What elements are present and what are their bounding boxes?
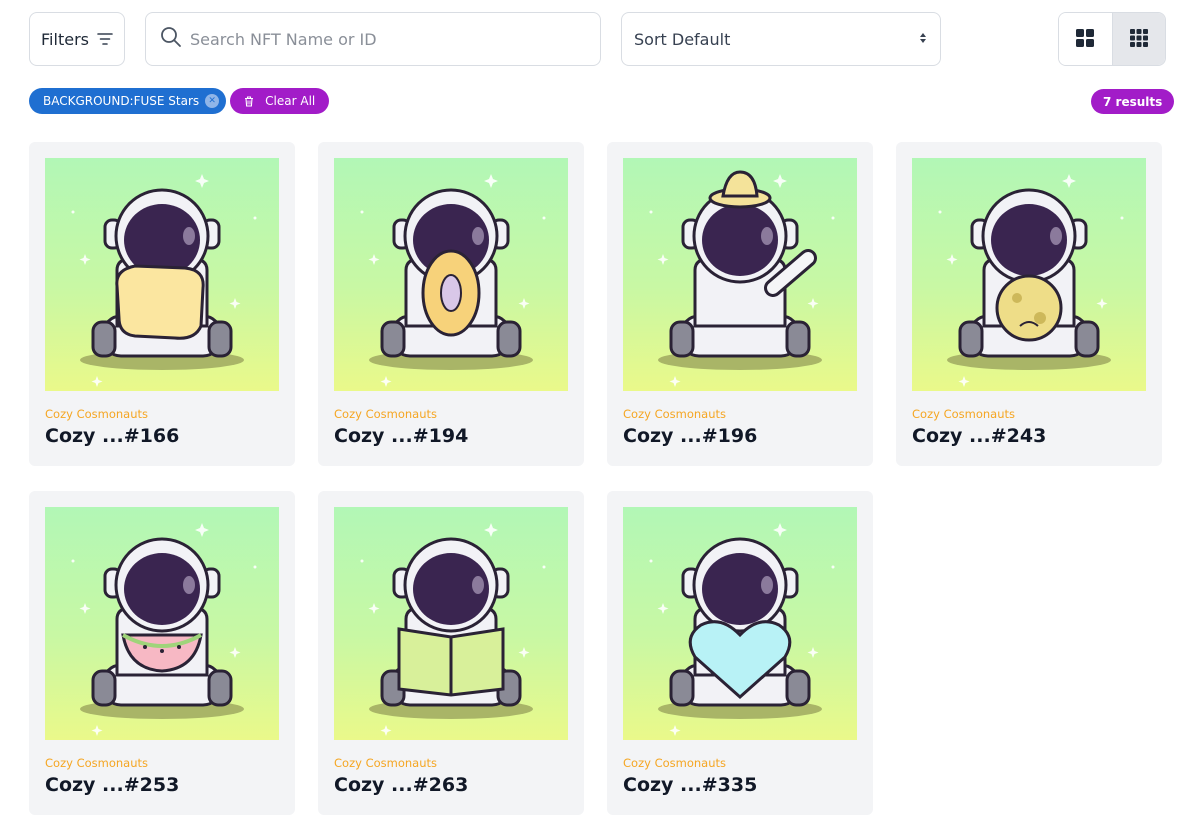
nft-name: Cozy ...#243 [912,425,1047,447]
nft-card[interactable]: Cozy Cosmonauts Cozy ...#166 [29,142,295,466]
nft-card[interactable]: Cozy Cosmonauts Cozy ...#243 [896,142,1162,466]
sort-select[interactable]: Sort Default [621,12,941,66]
nft-name: Cozy ...#194 [334,425,469,447]
clear-all-label: Clear All [265,94,316,108]
nft-name: Cozy ...#253 [45,774,180,796]
search-icon [160,26,182,52]
view-toggle [1058,12,1166,66]
filter-chip-background[interactable]: BACKGROUND:FUSE Stars ✕ [29,88,227,114]
large-grid-view-button[interactable] [1059,13,1112,65]
clear-all-button[interactable]: Clear All [230,88,330,114]
collection-name: Cozy Cosmonauts [623,407,726,421]
search-box[interactable] [145,12,601,66]
small-grid-view-button[interactable] [1111,13,1165,65]
astronaut-illustration [360,174,546,387]
nft-card[interactable]: Cozy Cosmonauts Cozy ...#335 [607,491,873,815]
nft-image [334,507,568,740]
filter-lines-icon [97,30,113,49]
remove-filter-icon[interactable]: ✕ [205,94,220,108]
collection-name: Cozy Cosmonauts [334,756,437,770]
nft-card[interactable]: Cozy Cosmonauts Cozy ...#263 [318,491,584,815]
nft-image [45,158,279,391]
astronaut-illustration [649,523,835,736]
astronaut-illustration [360,523,546,736]
sort-label: Sort Default [634,29,731,49]
nft-image [623,507,857,740]
grid-2x2-icon [1076,29,1095,51]
trash-icon [244,95,254,107]
results-count-badge: 7 results [1091,89,1175,114]
collection-name: Cozy Cosmonauts [45,407,148,421]
nft-image [623,158,857,391]
astronaut-illustration [71,523,257,736]
collection-name: Cozy Cosmonauts [45,756,148,770]
astronaut-illustration [649,170,835,387]
astronaut-illustration [938,174,1124,387]
search-input[interactable] [190,13,600,65]
active-filters: BACKGROUND:FUSE Stars ✕ Clear All [29,88,330,114]
filter-chip-label: BACKGROUND:FUSE Stars [43,94,200,108]
results-count-label: 7 results [1103,94,1163,109]
nft-image [334,158,568,391]
nft-name: Cozy ...#335 [623,774,758,796]
nft-name: Cozy ...#263 [334,774,469,796]
nft-card[interactable]: Cozy Cosmonauts Cozy ...#253 [29,491,295,815]
collection-name: Cozy Cosmonauts [334,407,437,421]
nft-card[interactable]: Cozy Cosmonauts Cozy ...#194 [318,142,584,466]
collection-name: Cozy Cosmonauts [623,756,726,770]
nft-image [45,507,279,740]
astronaut-illustration [71,174,257,387]
grid-3x3-icon [1129,29,1148,51]
nft-image [912,158,1146,391]
nft-card[interactable]: Cozy Cosmonauts Cozy ...#196 [607,142,873,466]
nft-name: Cozy ...#196 [623,425,758,447]
filters-button[interactable]: Filters [29,12,125,66]
nft-name: Cozy ...#166 [45,425,180,447]
toolbar: Filters Sort Default [29,12,1166,66]
filters-label: Filters [41,29,89,49]
collection-name: Cozy Cosmonauts [912,407,1015,421]
updown-caret-icon [918,30,928,49]
